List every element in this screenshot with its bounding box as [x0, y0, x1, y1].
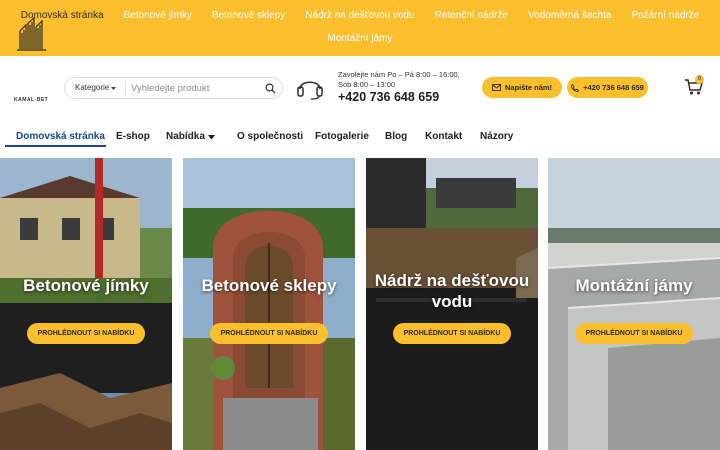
top-link-montazni[interactable]: Montážní jámy [317, 33, 402, 44]
main-nav: Domovská stránka E-shop Nabídka O společ… [0, 122, 720, 158]
category-select[interactable]: Kategorie [75, 83, 109, 92]
contact-mail-button[interactable]: Napište nám! [482, 77, 562, 98]
nav-eshop[interactable]: E-shop [116, 131, 150, 142]
nav-kontakt[interactable]: Kontakt [425, 131, 462, 142]
chevron-down-icon[interactable] [208, 135, 215, 140]
call-button-label: +420 736 648 659 [583, 83, 644, 92]
search-divider [125, 82, 126, 95]
nav-active-indicator [5, 145, 106, 147]
category-card-nadrz[interactable]: Nádrž na dešťovou vodu PROHLÉDNOUT SI NA… [366, 158, 538, 450]
view-offer-button[interactable]: PROHLÉDNOUT SI NABÍDKU [210, 323, 328, 344]
nav-nabidka[interactable]: Nabídka [166, 131, 205, 142]
cart-count-badge: 0 [695, 75, 704, 84]
contact-mail-label: Napište nám! [504, 83, 553, 92]
headset-icon [297, 81, 323, 100]
card-title: Nádrž na dešťovou vodu [374, 271, 530, 311]
nav-blog[interactable]: Blog [385, 131, 407, 142]
card-title: Montážní jámy [575, 276, 693, 295]
search-input[interactable]: Vyhledejte produkt [131, 83, 209, 94]
top-link-nadrz[interactable]: Nádrž na dešťovou vodu [295, 10, 424, 21]
category-card-montazni[interactable]: Montážní jámy PROHLÉDNOUT SI NABÍDKU [548, 158, 720, 450]
card-title: Betonové jímky [23, 276, 149, 295]
top-links-row-2: Montážní jámy [0, 33, 720, 44]
card-image [183, 158, 355, 450]
phone-number[interactable]: +420 736 648 659 [338, 90, 439, 104]
category-card-jimky[interactable]: Betonové jímky PROHLÉDNOUT SI NABÍDKU [0, 158, 172, 450]
top-links-row: Domovská stránka Betonové jímky Betonové… [0, 10, 720, 21]
mail-icon [491, 84, 501, 91]
search-icon[interactable] [265, 83, 276, 94]
top-link-pozarni[interactable]: Požární nádrže [621, 10, 709, 21]
top-link-sklepy[interactable]: Betonové sklepy [202, 10, 295, 21]
card-title: Betonové sklepy [201, 276, 337, 295]
top-link-retencni[interactable]: Retenční nádrže [425, 10, 518, 21]
view-offer-button[interactable]: PROHLÉDNOUT SI NABÍDKU [393, 323, 511, 344]
view-offer-button[interactable]: PROHLÉDNOUT SI NABÍDKU [27, 323, 145, 344]
chevron-down-icon[interactable] [111, 87, 116, 91]
top-link-jimky[interactable]: Betonové jímky [114, 10, 202, 21]
logo-icon[interactable] [16, 17, 48, 51]
card-image [548, 158, 720, 450]
category-card-sklepy[interactable]: Betonové sklepy PROHLÉDNOUT SI NABÍDKU [183, 158, 355, 450]
top-link-vodomerna[interactable]: Vodoměrná šachta [518, 10, 621, 21]
call-button[interactable]: +420 736 648 659 [567, 77, 648, 98]
nav-home[interactable]: Domovská stránka [16, 131, 105, 142]
phone-icon [571, 83, 580, 92]
card-image [0, 158, 172, 450]
view-offer-button[interactable]: PROHLÉDNOUT SI NABÍDKU [575, 323, 693, 344]
nav-nazory[interactable]: Názory [480, 131, 513, 142]
search-bar: Kategorie Vyhledejte produkt [64, 77, 283, 99]
nav-fotogalerie[interactable]: Fotogalerie [315, 131, 369, 142]
nav-o-spolecnosti[interactable]: O společnosti [237, 131, 303, 142]
top-bar: Domovská stránka Betonové jímky Betonové… [0, 0, 720, 56]
logo-text: KAMAL-BET [14, 97, 49, 103]
opening-hours: Zavolejte nám Po – Pá 8:00 – 16:00, Sob … [338, 70, 460, 89]
